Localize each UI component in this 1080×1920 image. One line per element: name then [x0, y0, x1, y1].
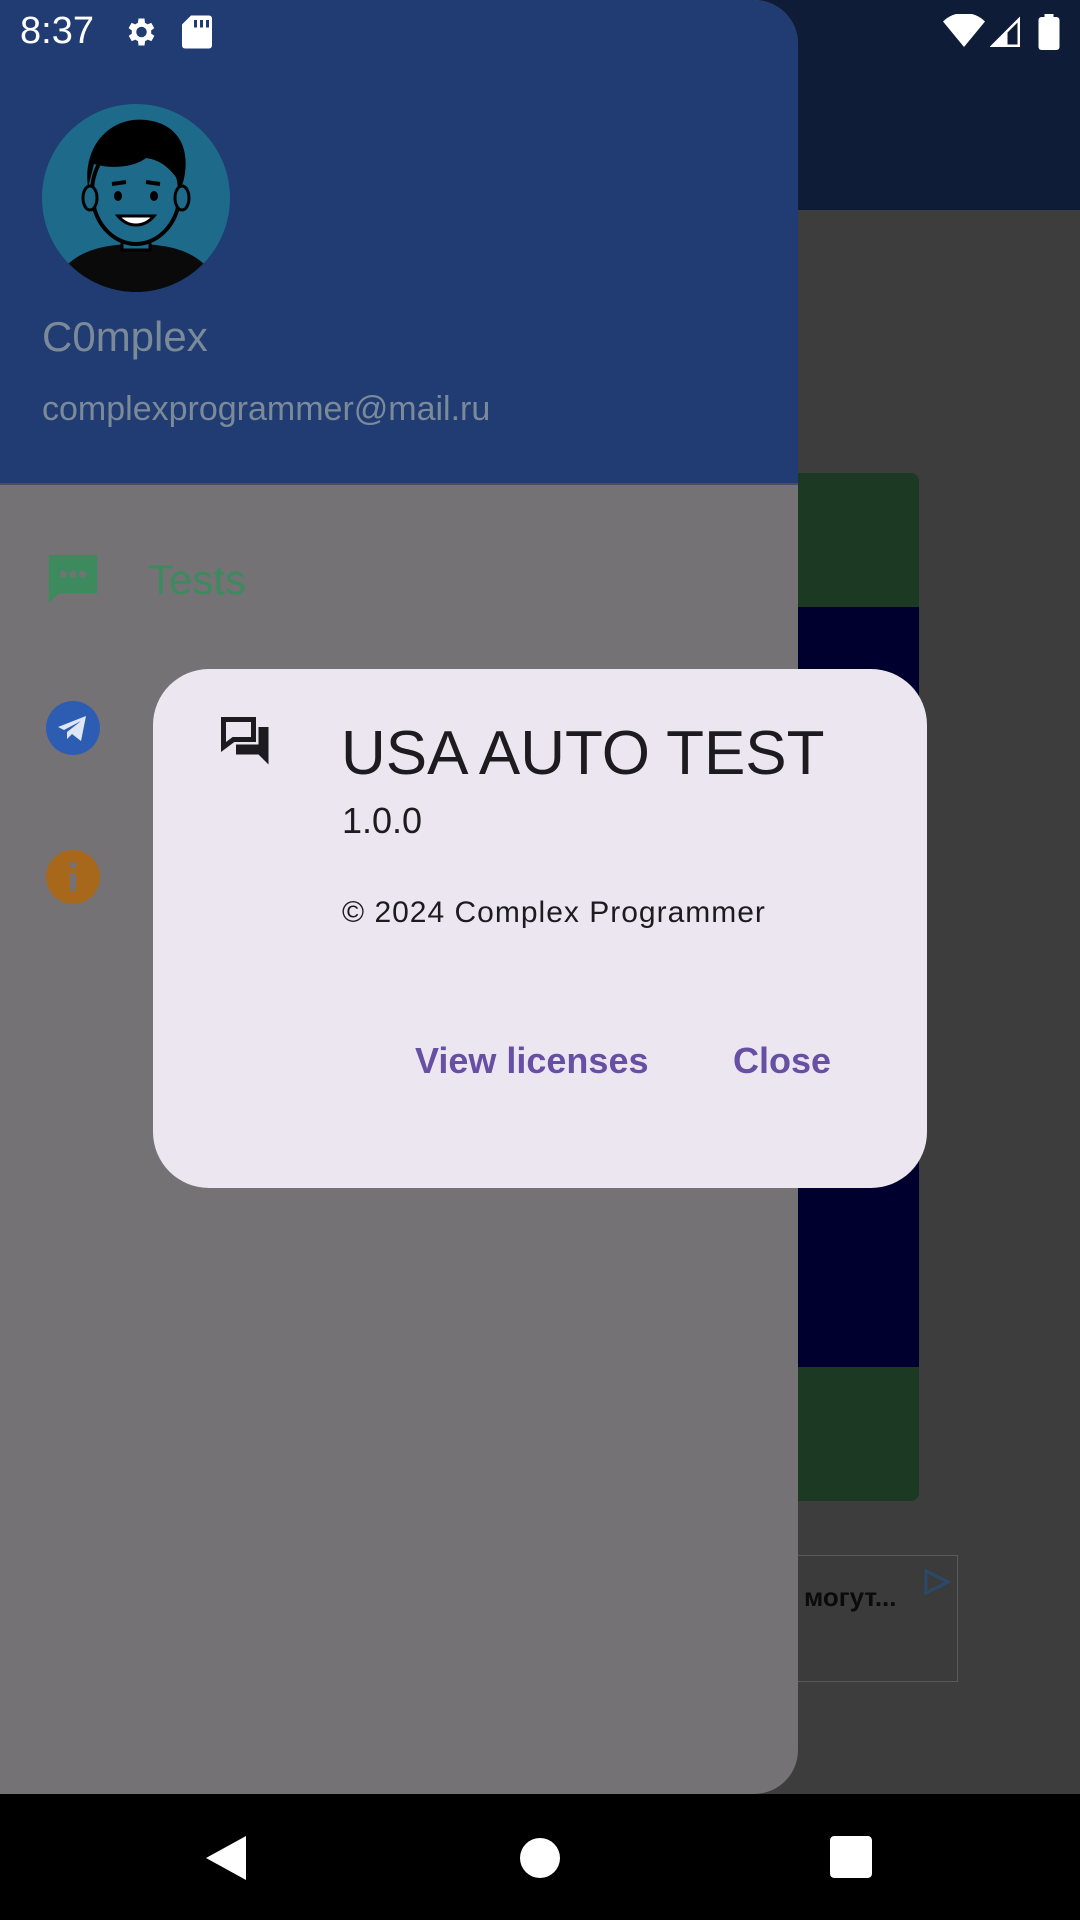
- drawer-item-tests[interactable]: Tests: [0, 540, 798, 620]
- info-icon: [46, 850, 100, 904]
- battery-icon: [1038, 14, 1060, 50]
- avatar[interactable]: [42, 104, 230, 292]
- dialog-title: USA AUTO TEST: [341, 719, 825, 788]
- back-icon[interactable]: [204, 1834, 248, 1882]
- signal-icon: [990, 16, 1020, 47]
- ad-text: могут...: [804, 1582, 897, 1612]
- chat-bubble-icon: [48, 554, 98, 604]
- view-licenses-button[interactable]: View licenses: [415, 1040, 649, 1082]
- telegram-icon: [46, 701, 100, 755]
- ad-choices-icon: [924, 1568, 952, 1596]
- status-time: 8:37: [20, 10, 94, 52]
- system-nav-bar: [0, 1794, 1080, 1920]
- forum-icon: [221, 717, 269, 765]
- user-email: complexprogrammer@mail.ru: [42, 390, 491, 428]
- sd-card-icon: [182, 15, 212, 49]
- close-button[interactable]: Close: [733, 1040, 831, 1082]
- recents-icon[interactable]: [830, 1836, 872, 1878]
- user-name: C0mplex: [42, 313, 208, 360]
- drawer-item-label: Tests: [148, 556, 247, 603]
- avatar-image: [42, 104, 230, 292]
- wifi-icon: [943, 14, 985, 47]
- gear-icon: [128, 18, 155, 46]
- app-version: 1.0.0: [342, 800, 423, 841]
- home-icon[interactable]: [518, 1836, 562, 1880]
- copyright-text: © 2024 Complex Programmer: [342, 896, 766, 929]
